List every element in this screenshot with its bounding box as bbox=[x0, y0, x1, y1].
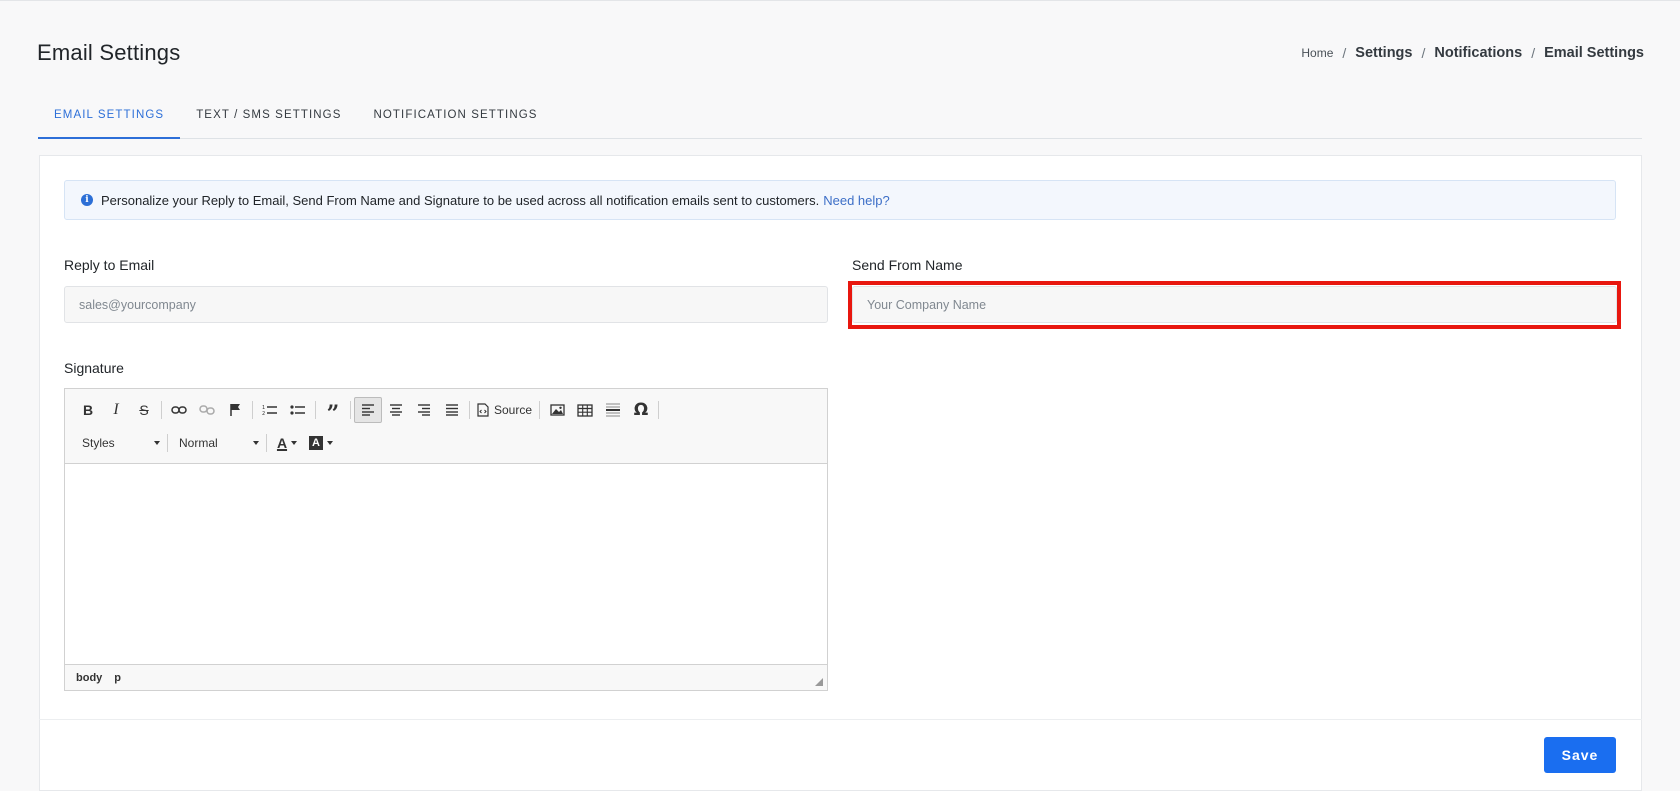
toolbar-separator bbox=[161, 401, 162, 419]
chevron-down-icon bbox=[253, 441, 259, 445]
text-color-icon: A bbox=[276, 435, 288, 451]
background-color-button[interactable]: A bbox=[304, 430, 338, 456]
background-color-icon: A bbox=[309, 436, 323, 450]
toolbar-separator bbox=[539, 401, 541, 419]
save-button[interactable]: Save bbox=[1544, 737, 1616, 773]
toolbar-separator bbox=[252, 401, 253, 419]
info-alert: i Personalize your Reply to Email, Send … bbox=[64, 180, 1616, 220]
italic-button[interactable]: I bbox=[102, 397, 130, 423]
signature-editor: B I S 12 ” Source Ω Styles Normal A A bo… bbox=[64, 388, 828, 691]
editor-toolbar: B I S 12 ” Source Ω Styles Normal A A bbox=[65, 389, 827, 464]
page-title: Email Settings bbox=[37, 40, 181, 65]
breadcrumb-separator: / bbox=[1531, 45, 1536, 61]
bold-button[interactable]: B bbox=[74, 397, 102, 423]
tab-notification-settings[interactable]: NOTIFICATION SETTINGS bbox=[357, 96, 553, 139]
breadcrumb-current: Email Settings bbox=[1544, 45, 1644, 61]
horizontal-rule-icon[interactable] bbox=[599, 397, 627, 423]
bulleted-list-icon[interactable] bbox=[284, 397, 312, 423]
styles-dropdown[interactable]: Styles bbox=[74, 430, 164, 456]
breadcrumb-settings[interactable]: Settings bbox=[1355, 45, 1412, 61]
align-right-icon[interactable] bbox=[410, 397, 438, 423]
toolbar-separator bbox=[266, 434, 267, 452]
special-character-icon[interactable]: Ω bbox=[627, 397, 655, 423]
source-button[interactable]: Source bbox=[473, 397, 536, 423]
image-icon[interactable] bbox=[543, 397, 571, 423]
toolbar-separator bbox=[658, 401, 660, 419]
chevron-down-icon bbox=[291, 441, 298, 445]
toolbar-separator bbox=[167, 434, 168, 452]
info-icon: i bbox=[81, 194, 93, 206]
settings-tabs: EMAIL SETTINGS TEXT / SMS SETTINGS NOTIF… bbox=[38, 96, 1642, 139]
breadcrumb: Home / Settings / Notifications / Email … bbox=[1301, 45, 1644, 61]
anchor-flag-icon[interactable] bbox=[221, 397, 249, 423]
top-divider bbox=[0, 0, 1680, 1]
alert-text: Personalize your Reply to Email, Send Fr… bbox=[101, 192, 820, 208]
editor-path-bar: body p bbox=[65, 664, 827, 690]
chevron-down-icon bbox=[154, 441, 160, 445]
path-p[interactable]: p bbox=[114, 672, 121, 684]
align-center-icon[interactable] bbox=[382, 397, 410, 423]
format-label: Normal bbox=[179, 436, 218, 450]
source-icon bbox=[477, 403, 489, 417]
breadcrumb-home[interactable]: Home bbox=[1301, 46, 1333, 60]
tab-text-sms-settings[interactable]: TEXT / SMS SETTINGS bbox=[180, 96, 357, 139]
svg-text:2: 2 bbox=[262, 411, 265, 416]
unlink-icon[interactable] bbox=[193, 397, 221, 423]
toolbar-separator bbox=[350, 401, 351, 419]
breadcrumb-separator: / bbox=[1421, 45, 1426, 61]
toolbar-separator bbox=[469, 401, 470, 419]
resize-handle-icon[interactable] bbox=[815, 678, 823, 686]
signature-editor-content[interactable] bbox=[65, 464, 827, 664]
table-icon[interactable] bbox=[571, 397, 599, 423]
blockquote-icon[interactable]: ” bbox=[319, 397, 347, 425]
toolbar-separator bbox=[315, 401, 316, 419]
link-icon[interactable] bbox=[165, 397, 193, 423]
tab-email-settings[interactable]: EMAIL SETTINGS bbox=[38, 96, 181, 139]
align-left-icon[interactable] bbox=[354, 397, 382, 423]
styles-label: Styles bbox=[82, 436, 115, 450]
reply-to-email-input[interactable]: sales@yourcompany bbox=[64, 286, 828, 323]
breadcrumb-notifications[interactable]: Notifications bbox=[1434, 45, 1522, 61]
numbered-list-icon[interactable]: 12 bbox=[256, 397, 284, 423]
card-footer-divider bbox=[39, 719, 1642, 720]
format-dropdown[interactable]: Normal bbox=[171, 430, 263, 456]
send-from-name-highlight bbox=[848, 281, 1621, 329]
source-label: Source bbox=[494, 403, 533, 417]
align-justify-icon[interactable] bbox=[438, 397, 466, 423]
strikethrough-button[interactable]: S bbox=[130, 397, 158, 423]
need-help-link[interactable]: Need help? bbox=[823, 193, 890, 208]
breadcrumb-separator: / bbox=[1342, 45, 1347, 61]
chevron-down-icon bbox=[327, 441, 333, 445]
send-from-name-label: Send From Name bbox=[852, 257, 963, 273]
signature-label: Signature bbox=[64, 360, 124, 376]
reply-to-email-label: Reply to Email bbox=[64, 257, 155, 273]
path-body[interactable]: body bbox=[76, 672, 102, 684]
text-color-button[interactable]: A bbox=[270, 430, 304, 456]
